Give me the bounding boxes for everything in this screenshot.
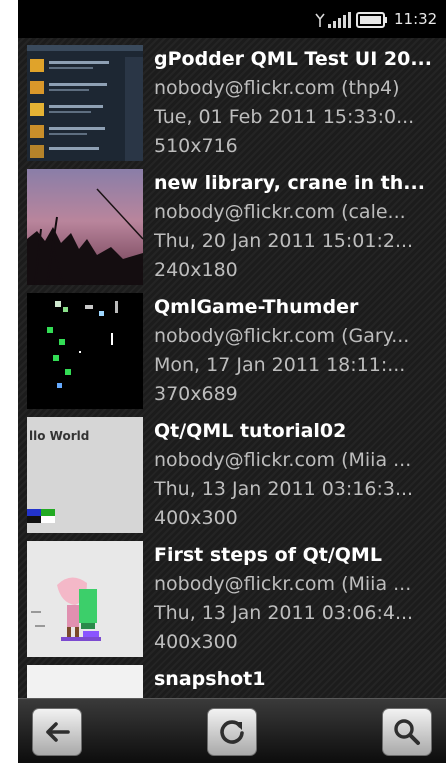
search-icon <box>394 719 420 745</box>
antenna-icon <box>315 13 325 27</box>
photo-date: Thu, 13 Jan 2011 03:16:3... <box>154 478 414 500</box>
photo-list-item[interactable]: gPodder QML Test UI 20... nobody@flickr.… <box>18 38 446 162</box>
photo-title: QmlGame-Thumder <box>154 296 359 318</box>
photo-dimensions: 400x300 <box>154 507 238 529</box>
bottom-toolbar <box>18 698 446 763</box>
refresh-icon <box>220 720 244 744</box>
photo-dimensions: 400x300 <box>154 631 238 653</box>
photo-thumbnail <box>27 293 143 409</box>
photo-thumbnail <box>27 665 143 698</box>
photo-date: Tue, 01 Feb 2011 15:33:0... <box>154 106 415 128</box>
photo-date: Thu, 20 Jan 2011 15:01:2... <box>154 230 414 252</box>
photo-dimensions: 240x180 <box>154 259 238 281</box>
photo-date: Thu, 13 Jan 2011 03:06:4... <box>154 602 414 624</box>
photo-author: nobody@flickr.com (Miia ... <box>154 573 412 595</box>
photo-dimensions: 510x716 <box>154 135 238 157</box>
back-button[interactable] <box>32 708 82 756</box>
photo-list-item[interactable]: QmlGame-Thumder nobody@flickr.com (Gary.… <box>18 286 446 410</box>
photo-author: nobody@flickr.com (Gary... <box>154 325 410 347</box>
photo-dimensions: 370x689 <box>154 383 238 405</box>
status-bar: 11:32 <box>18 0 446 38</box>
clock: 11:32 <box>394 10 438 28</box>
photo-title: First steps of Qt/QML <box>154 544 382 566</box>
battery-icon <box>356 12 387 28</box>
photo-title: gPodder QML Test UI 20... <box>154 48 432 70</box>
photo-title: new library, crane in th... <box>154 172 425 194</box>
photo-list-item[interactable]: new library, crane in th... nobody@flick… <box>18 162 446 286</box>
back-arrow-icon <box>46 722 70 742</box>
photo-date: Mon, 17 Jan 2011 18:11:... <box>154 354 406 376</box>
app-window: 11:32 gPodder QML Test UI 20... nobody@f… <box>18 0 446 763</box>
photo-list-item[interactable]: llo World Qt/QML tutorial02 nobody@flick… <box>18 410 446 534</box>
photo-list[interactable]: gPodder QML Test UI 20... nobody@flickr.… <box>18 38 446 698</box>
photo-list-item[interactable]: snapshot1 <box>18 658 446 698</box>
signal-bars-icon <box>328 12 351 28</box>
search-button[interactable] <box>382 708 432 756</box>
photo-author: nobody@flickr.com (cale... <box>154 201 406 223</box>
photo-author: nobody@flickr.com (Miia ... <box>154 449 412 471</box>
photo-list-item[interactable]: First steps of Qt/QML nobody@flickr.com … <box>18 534 446 658</box>
photo-author: nobody@flickr.com (thp4) <box>154 77 400 99</box>
photo-thumbnail <box>27 45 143 161</box>
refresh-button[interactable] <box>207 708 257 756</box>
photo-thumbnail <box>27 541 143 657</box>
photo-thumbnail: llo World <box>27 417 143 533</box>
photo-thumbnail <box>27 169 143 285</box>
photo-title: snapshot1 <box>154 668 266 690</box>
photo-title: Qt/QML tutorial02 <box>154 420 347 442</box>
